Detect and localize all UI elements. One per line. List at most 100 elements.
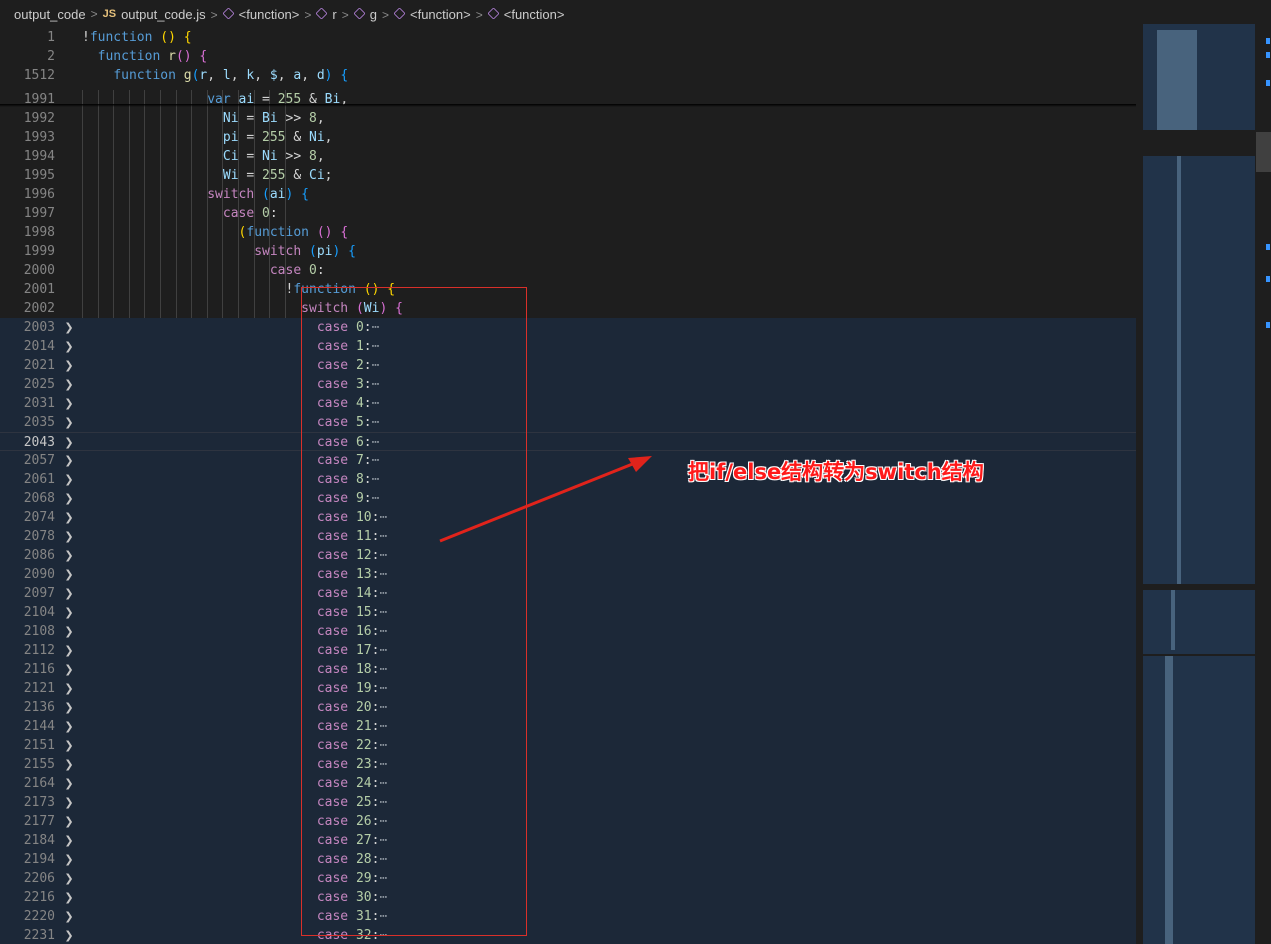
chevron-right-icon[interactable]: ❯ <box>62 736 76 755</box>
code-line[interactable]: 2001 !function () { <box>0 280 1136 299</box>
chevron-right-icon[interactable]: ❯ <box>62 774 76 793</box>
line-number: 2021 <box>23 358 55 373</box>
sticky-line[interactable]: 2 function r() { <box>0 47 1136 66</box>
folded-case-line[interactable]: 2220 ❯ case 31:⋯ <box>0 907 1136 926</box>
chevron-right-icon[interactable]: ❯ <box>62 565 76 584</box>
chevron-right-icon[interactable]: ❯ <box>62 603 76 622</box>
folded-case-line[interactable]: 2231 ❯ case 32:⋯ <box>0 926 1136 944</box>
breadcrumb-symbol[interactable]: g <box>370 7 377 22</box>
folded-case-line[interactable]: 2074 ❯ case 10:⋯ <box>0 508 1136 527</box>
folded-case-line[interactable]: 2173 ❯ case 25:⋯ <box>0 793 1136 812</box>
line-number: 2136 <box>23 700 55 715</box>
minimap[interactable] <box>1143 24 1255 944</box>
folded-case-line[interactable]: 2097 ❯ case 14:⋯ <box>0 584 1136 603</box>
folded-case-line[interactable]: 2068 ❯ case 9:⋯ <box>0 489 1136 508</box>
folded-case-line[interactable]: 2164 ❯ case 24:⋯ <box>0 774 1136 793</box>
folded-case-line[interactable]: 2035 ❯ case 5:⋯ <box>0 413 1136 432</box>
folded-case-line[interactable]: 2078 ❯ case 11:⋯ <box>0 527 1136 546</box>
line-number: 1998 <box>23 225 55 240</box>
chevron-right-icon[interactable]: ❯ <box>62 489 76 508</box>
breadcrumb-file[interactable]: output_code.js <box>121 7 206 22</box>
chevron-right-icon[interactable]: ❯ <box>62 394 76 413</box>
chevron-right-icon[interactable]: ❯ <box>62 869 76 888</box>
chevron-right-icon[interactable]: ❯ <box>62 698 76 717</box>
breadcrumb-symbol[interactable]: <function> <box>239 7 300 22</box>
chevron-right-icon[interactable]: ❯ <box>62 717 76 736</box>
folded-case-line[interactable]: 2090 ❯ case 13:⋯ <box>0 565 1136 584</box>
folded-case-line[interactable]: 2206 ❯ case 29:⋯ <box>0 869 1136 888</box>
chevron-right-icon[interactable]: ❯ <box>62 888 76 907</box>
folded-case-line[interactable]: 2177 ❯ case 26:⋯ <box>0 812 1136 831</box>
code-line[interactable]: 1999 switch (pi) { <box>0 242 1136 261</box>
sticky-line[interactable]: 1 !function () { <box>0 28 1136 47</box>
code-line[interactable]: 2000 case 0: <box>0 261 1136 280</box>
chevron-right-icon[interactable]: ❯ <box>62 793 76 812</box>
folded-case-line[interactable]: 2086 ❯ case 12:⋯ <box>0 546 1136 565</box>
folded-case-line[interactable]: 2014 ❯ case 1:⋯ <box>0 337 1136 356</box>
chevron-right-icon[interactable]: ❯ <box>62 831 76 850</box>
chevron-right-icon[interactable]: ❯ <box>62 356 76 375</box>
code-line[interactable]: 1996 switch (ai) { <box>0 185 1136 204</box>
folded-case-line[interactable]: 2216 ❯ case 30:⋯ <box>0 888 1136 907</box>
folded-case-line[interactable]: 2184 ❯ case 27:⋯ <box>0 831 1136 850</box>
breadcrumb-folder[interactable]: output_code <box>14 7 86 22</box>
chevron-right-icon[interactable]: ❯ <box>62 546 76 565</box>
line-number: 2177 <box>23 814 55 829</box>
code-line[interactable]: 1998 (function () { <box>0 223 1136 242</box>
folded-case-line[interactable]: 2151 ❯ case 22:⋯ <box>0 736 1136 755</box>
chevron-right-icon[interactable]: ❯ <box>62 508 76 527</box>
code-line[interactable]: 1992 Ni = Bi >> 8, <box>0 109 1136 128</box>
folded-case-line[interactable]: 2121 ❯ case 19:⋯ <box>0 679 1136 698</box>
chevron-right-icon[interactable]: ❯ <box>62 641 76 660</box>
code-line[interactable]: 1993 pi = 255 & Ni, <box>0 128 1136 147</box>
folded-case-line[interactable]: 2031 ❯ case 4:⋯ <box>0 394 1136 413</box>
chevron-right-icon[interactable]: ❯ <box>62 755 76 774</box>
chevron-right-icon[interactable]: ❯ <box>62 470 76 489</box>
chevron-right-icon[interactable]: ❯ <box>62 413 76 432</box>
chevron-right-icon[interactable]: ❯ <box>62 850 76 869</box>
chevron-right-icon[interactable]: ❯ <box>62 375 76 394</box>
folded-case-line[interactable]: 2136 ❯ case 20:⋯ <box>0 698 1136 717</box>
scrollbar-marker <box>1266 38 1270 44</box>
line-number: 2231 <box>23 928 55 943</box>
code-line[interactable]: 1997 case 0: <box>0 204 1136 223</box>
breadcrumb-symbol[interactable]: <function> <box>504 7 565 22</box>
chevron-right-icon[interactable]: ❯ <box>62 660 76 679</box>
folded-case-line[interactable]: 2104 ❯ case 15:⋯ <box>0 603 1136 622</box>
folded-case-line[interactable]: 2112 ❯ case 17:⋯ <box>0 641 1136 660</box>
scrollbar-thumb[interactable] <box>1256 132 1271 172</box>
chevron-right-icon[interactable]: ❯ <box>62 679 76 698</box>
line-number: 2164 <box>23 776 55 791</box>
folded-case-line[interactable]: 2194 ❯ case 28:⋯ <box>0 850 1136 869</box>
folded-case-line[interactable]: 2043 ❯ case 6:⋯ <box>0 432 1136 451</box>
line-number: 2121 <box>23 681 55 696</box>
folded-case-line[interactable]: 2003 ❯ case 0:⋯ <box>0 318 1136 337</box>
chevron-right-icon[interactable]: ❯ <box>62 527 76 546</box>
folded-case-line[interactable]: 2021 ❯ case 2:⋯ <box>0 356 1136 375</box>
chevron-right-icon[interactable]: ❯ <box>62 584 76 603</box>
line-number: 2144 <box>23 719 55 734</box>
chevron-right-icon[interactable]: ❯ <box>62 337 76 356</box>
code-line[interactable]: 1995 Wi = 255 & Ci; <box>0 166 1136 185</box>
folded-case-line[interactable]: 2025 ❯ case 3:⋯ <box>0 375 1136 394</box>
sticky-line[interactable]: 1512 function g(r, l, k, $, a, d) { <box>0 66 1136 85</box>
line-code: switch (pi) { <box>254 244 356 259</box>
chevron-right-icon[interactable]: ❯ <box>62 926 76 944</box>
folded-case-line[interactable]: 2155 ❯ case 23:⋯ <box>0 755 1136 774</box>
code-line[interactable]: 2002 switch (Wi) { <box>0 299 1136 318</box>
chevron-right-icon[interactable]: ❯ <box>62 622 76 641</box>
chevron-right-icon[interactable]: ❯ <box>62 451 76 470</box>
chevron-right-icon[interactable]: ❯ <box>62 318 76 337</box>
chevron-right-icon[interactable]: ❯ <box>62 907 76 926</box>
line-number: 2173 <box>23 795 55 810</box>
line-code: case 0: <box>269 263 325 278</box>
minimap-text <box>1157 30 1197 130</box>
chevron-right-icon[interactable]: ❯ <box>62 433 76 452</box>
folded-case-line[interactable]: 2144 ❯ case 21:⋯ <box>0 717 1136 736</box>
folded-case-line[interactable]: 2116 ❯ case 18:⋯ <box>0 660 1136 679</box>
breadcrumb-symbol[interactable]: r <box>332 7 336 22</box>
code-line[interactable]: 1994 Ci = Ni >> 8, <box>0 147 1136 166</box>
chevron-right-icon[interactable]: ❯ <box>62 812 76 831</box>
breadcrumb-symbol[interactable]: <function> <box>410 7 471 22</box>
folded-case-line[interactable]: 2108 ❯ case 16:⋯ <box>0 622 1136 641</box>
